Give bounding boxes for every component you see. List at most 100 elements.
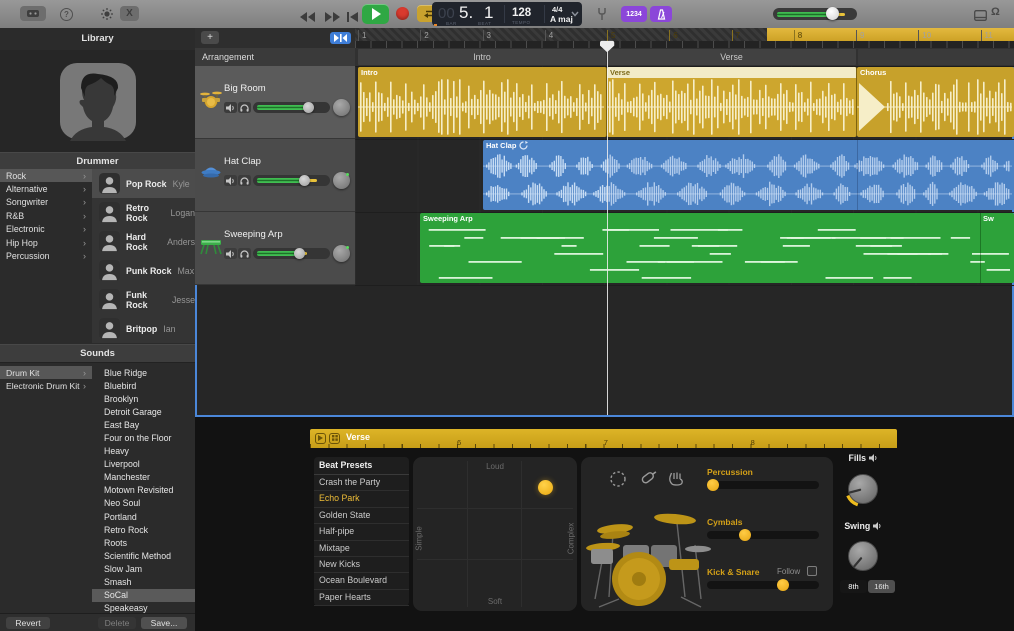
lane-sweeping-arp[interactable]: Sweeping Arp Sw	[355, 212, 1014, 286]
count-in-button[interactable]: 1234	[621, 6, 647, 22]
cymbals-slider[interactable]	[707, 529, 819, 541]
lcd-display[interactable]: 00 5. 1 BAR BEAT 128 TEMPO 4/4 A maj	[432, 2, 582, 26]
xy-puck[interactable]	[538, 480, 554, 496]
kit-item[interactable]: Smash	[92, 576, 195, 589]
drummer-item[interactable]: Hard Rock Anders	[92, 227, 195, 256]
catch-playhead-button[interactable]	[330, 32, 351, 44]
track-volume-slider[interactable]	[253, 175, 330, 186]
kick-snare-slider[interactable]	[707, 579, 819, 591]
kit-item[interactable]: SoCal	[92, 588, 195, 602]
kit-item[interactable]: Manchester	[92, 471, 195, 484]
drummer-item[interactable]: Funk Rock Jesse	[92, 285, 195, 314]
record-button[interactable]	[396, 7, 409, 20]
genre-item[interactable]: Percussion ›	[0, 249, 92, 262]
kit-item[interactable]: Detroit Garage	[92, 405, 195, 418]
beat-preset-item[interactable]: Echo Park	[314, 491, 409, 508]
solo-button[interactable]	[238, 175, 251, 186]
arrangement-section-next[interactable]	[858, 48, 1014, 65]
brightness-icon[interactable]	[100, 7, 114, 26]
mute-button[interactable]	[224, 175, 237, 186]
chevron-down-icon[interactable]	[571, 11, 579, 17]
kit-item[interactable]: Four on the Floor	[92, 431, 195, 444]
kit-item[interactable]: Blue Ridge	[92, 366, 195, 379]
kit-item[interactable]: Heavy	[92, 445, 195, 458]
fills-knob[interactable]	[841, 467, 885, 511]
cymbals-knob[interactable]	[739, 529, 752, 541]
pan-knob[interactable]	[333, 172, 350, 189]
solo-button[interactable]	[238, 248, 251, 259]
genre-item[interactable]: Hip Hop ›	[0, 236, 92, 249]
kit-item[interactable]: Bluebird	[92, 379, 195, 392]
kick-snare-knob[interactable]	[777, 579, 790, 591]
region-sweeping-arp[interactable]: Sweeping Arp Sw	[420, 213, 1014, 283]
follow-checkbox[interactable]	[807, 566, 817, 576]
kit-item[interactable]: Liverpool	[92, 458, 195, 471]
add-track-button[interactable]: +	[201, 31, 219, 44]
tambourine-icon[interactable]	[609, 470, 627, 488]
kit-item[interactable]: Roots	[92, 536, 195, 549]
track-volume-slider[interactable]	[253, 102, 330, 113]
swing-knob[interactable]	[842, 535, 884, 577]
playhead[interactable]	[607, 41, 608, 415]
drummer-item[interactable]: Punk Rock Max	[92, 256, 195, 285]
play-button[interactable]	[362, 4, 389, 24]
arrangement-section-intro[interactable]: Intro	[358, 48, 606, 65]
lane-big-room[interactable]: Intro Verse Chorus	[355, 66, 1014, 140]
kit-item[interactable]: Scientific Method	[92, 549, 195, 562]
xy-pad[interactable]: Loud Soft Simple Complex	[413, 457, 577, 611]
kit-item[interactable]: Portland	[92, 510, 195, 523]
rewind-button[interactable]	[300, 9, 316, 27]
kit-category-item[interactable]: Drum Kit ›	[0, 366, 92, 380]
genre-item[interactable]: Songwriter ›	[0, 196, 92, 209]
lane-hat-clap[interactable]: Hat Clap	[355, 139, 1014, 213]
region-hat-clap[interactable]: Hat Clap	[483, 140, 1014, 210]
mute-button[interactable]	[224, 248, 237, 259]
kit-item[interactable]: Retro Rock	[92, 523, 195, 536]
revert-button[interactable]: Revert	[6, 616, 50, 629]
forward-button[interactable]	[324, 9, 340, 27]
percussion-knob[interactable]	[706, 479, 719, 491]
delete-button[interactable]: Delete	[98, 616, 136, 629]
note-value-button[interactable]: 16th	[868, 580, 895, 593]
track-volume-slider[interactable]	[253, 248, 330, 259]
track-volume-knob[interactable]	[299, 175, 311, 186]
master-volume-slider[interactable]	[773, 7, 857, 20]
drummer-item[interactable]: Britpop Ian	[92, 314, 195, 343]
tuner-icon[interactable]	[596, 7, 608, 26]
arrangement-track-header[interactable]: Arrangement	[195, 48, 1007, 66]
track-header-sweeping-arp[interactable]: Sweeping Arp	[195, 212, 355, 285]
save-button[interactable]: Save...	[141, 616, 187, 629]
beat-preset-item[interactable]: Ocean Boulevard	[314, 573, 409, 590]
note-value-button[interactable]: 8th	[840, 580, 867, 593]
help-icon[interactable]: ?	[60, 8, 73, 21]
drummer-item[interactable]: Retro Rock Logan	[92, 198, 195, 227]
media-browser-icon[interactable]	[974, 8, 987, 26]
pan-knob[interactable]	[333, 245, 350, 262]
shaker-icon[interactable]	[638, 468, 658, 488]
beat-preset-item[interactable]: Half-pipe	[314, 524, 409, 541]
playhead-marker[interactable]	[600, 40, 615, 55]
kit-category-item[interactable]: Electronic Drum Kit ›	[0, 379, 92, 392]
kit-item[interactable]: Brooklyn	[92, 392, 195, 405]
percussion-slider[interactable]	[706, 479, 819, 491]
genre-item[interactable]: Electronic ›	[0, 223, 92, 236]
genre-item[interactable]: R&B ›	[0, 209, 92, 222]
beat-preset-item[interactable]: Mixtape	[314, 541, 409, 557]
pan-knob[interactable]	[333, 99, 350, 116]
metronome-button[interactable]	[650, 6, 672, 22]
go-to-beginning-button[interactable]	[347, 9, 358, 27]
beat-preset-item[interactable]: Crash the Party	[314, 475, 409, 492]
drummer-avatar[interactable]	[58, 61, 138, 141]
beat-preset-item[interactable]: Paper Hearts	[314, 590, 409, 607]
master-volume-knob[interactable]	[825, 7, 839, 20]
arrangement-section-verse[interactable]: Verse	[607, 48, 856, 65]
region-big-room-intro[interactable]: Intro	[358, 67, 607, 137]
editor-region-header[interactable]: Verse 678	[310, 429, 897, 448]
loop-browser-icon[interactable]: Ω	[991, 6, 1000, 18]
kit-item[interactable]: Motown Revisited	[92, 484, 195, 497]
region-big-room-verse[interactable]: Verse	[607, 67, 857, 137]
genre-item[interactable]: Alternative ›	[0, 182, 92, 195]
track-header-hat-clap[interactable]: Hat Clap	[195, 139, 355, 212]
beat-preset-item[interactable]: Golden State	[314, 508, 409, 525]
library-toggle-button[interactable]	[20, 6, 46, 21]
